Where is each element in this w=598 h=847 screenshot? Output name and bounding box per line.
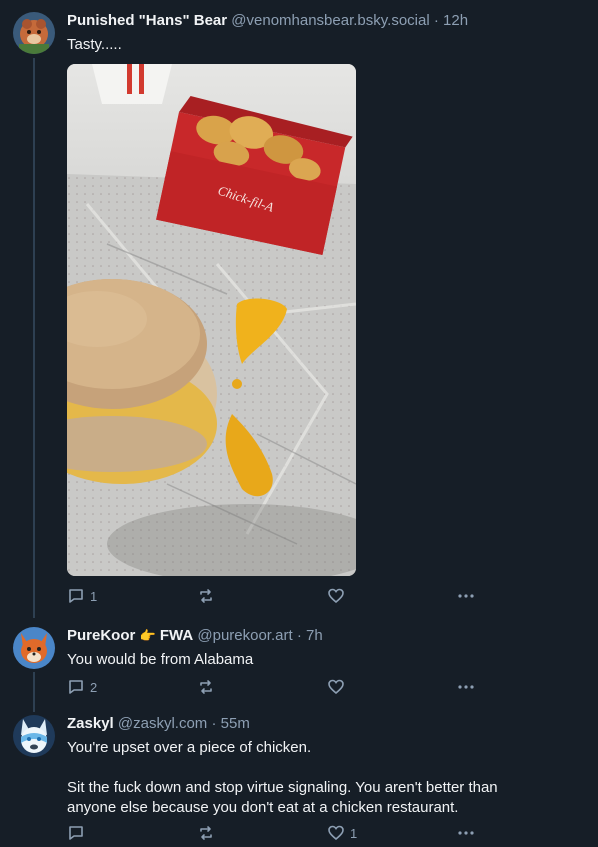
post-image[interactable]: Chick-fil-A	[67, 64, 356, 576]
post-text: Tasty.....	[67, 36, 122, 53]
post-header: PureKoor 👉 FWA @purekoor.art · 7h	[67, 626, 586, 646]
repost-icon	[200, 826, 212, 840]
heart-icon	[328, 679, 344, 695]
reply-icon	[69, 589, 83, 603]
post[interactable]: Punished "Hans" Bear @venomhansbear.bsky…	[0, 0, 598, 615]
like-button[interactable]	[327, 678, 345, 696]
post-time[interactable]: 55m	[221, 715, 250, 732]
post-text: You would be from Alabama	[67, 651, 254, 668]
reply-icon	[69, 826, 83, 840]
pointing-hand-icon: 👉	[139, 628, 156, 643]
post[interactable]: PureKoor 👉 FWA @purekoor.art · 7h You wo…	[0, 615, 598, 705]
post[interactable]: Zaskyl @zaskyl.com · 55m You're upset ov…	[0, 705, 598, 847]
author-handle[interactable]: @venomhansbear.bsky.social	[231, 12, 429, 29]
heart-icon	[328, 588, 344, 604]
post-time[interactable]: 7h	[306, 627, 323, 644]
post-header: Zaskyl @zaskyl.com · 55m	[67, 714, 586, 734]
author-handle[interactable]: @purekoor.art	[197, 627, 292, 644]
more-dots-icon	[458, 685, 474, 689]
post-text: You're upset over a piece of chicken. Si…	[67, 739, 498, 816]
post-header: Punished "Hans" Bear @venomhansbear.bsky…	[67, 11, 586, 31]
post-time[interactable]: 12h	[443, 12, 468, 29]
like-button[interactable]: 1	[327, 824, 357, 842]
author-name[interactable]: Zaskyl	[67, 715, 114, 732]
reply-button[interactable]: 1	[67, 587, 97, 605]
reply-icon	[69, 680, 83, 694]
repost-button[interactable]	[197, 587, 215, 605]
avatar[interactable]	[13, 627, 55, 669]
reply-count: 2	[90, 679, 98, 695]
more-dots-icon	[458, 831, 474, 835]
separator: ·	[211, 715, 217, 732]
more-options-button[interactable]	[457, 824, 475, 842]
author-name-suffix[interactable]: FWA	[160, 627, 193, 644]
more-dots-icon	[458, 594, 474, 598]
more-options-button[interactable]	[457, 587, 475, 605]
reply-count: 1	[90, 588, 98, 604]
author-name[interactable]: Punished "Hans" Bear	[67, 12, 227, 29]
reply-button[interactable]: 2	[67, 678, 97, 696]
repost-button[interactable]	[197, 824, 215, 842]
avatar[interactable]	[13, 715, 55, 757]
more-options-button[interactable]	[457, 678, 475, 696]
reply-button[interactable]	[67, 824, 85, 842]
like-button[interactable]	[327, 587, 345, 605]
separator: ·	[433, 12, 439, 29]
heart-icon	[328, 825, 344, 841]
like-count: 1	[350, 825, 358, 841]
repost-button[interactable]	[197, 678, 215, 696]
author-name[interactable]: PureKoor	[67, 627, 135, 644]
post-actions: 1	[67, 587, 487, 607]
post-actions: 1	[67, 824, 487, 844]
repost-icon	[200, 589, 212, 603]
separator: ·	[296, 627, 302, 644]
repost-icon	[200, 680, 212, 694]
post-actions: 2	[67, 678, 487, 698]
avatar[interactable]	[13, 12, 55, 54]
author-handle[interactable]: @zaskyl.com	[118, 715, 207, 732]
